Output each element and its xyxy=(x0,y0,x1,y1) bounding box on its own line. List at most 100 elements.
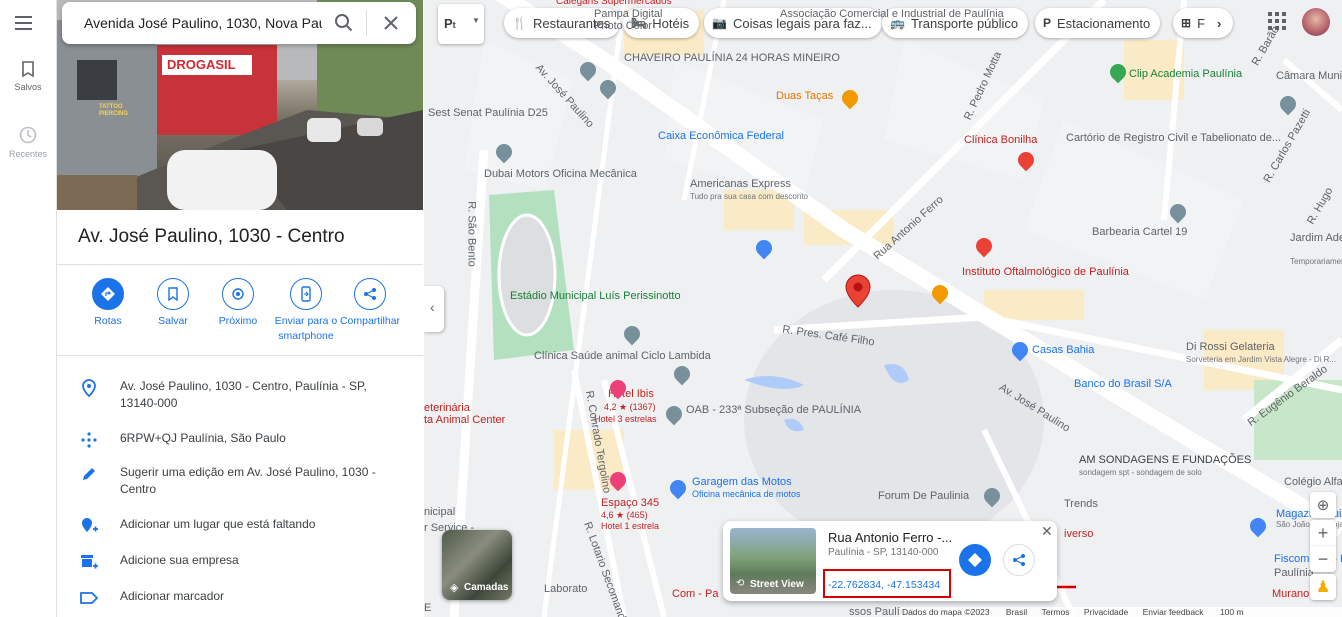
map-place-label[interactable]: AM SONDAGENS E FUNDAÇÕES xyxy=(1079,454,1251,466)
streetview-thumbnail[interactable]: ⟲ Street View xyxy=(730,528,816,594)
map-place-label[interactable]: Garagem das Motos xyxy=(692,476,792,488)
map-place-label[interactable]: 4,2 ★ (1367) xyxy=(604,402,656,413)
parking-tile-icon: Pt xyxy=(444,16,456,31)
plus-code-icon xyxy=(81,432,97,448)
map-place-label[interactable]: Clínica Bonilha xyxy=(964,134,1037,146)
close-icon[interactable] xyxy=(382,14,400,32)
nearby-label: Próximo xyxy=(218,315,258,327)
action-row: Rotas Salvar Próximo Enviar para o smart… xyxy=(57,278,423,348)
map-place-label[interactable]: Trends xyxy=(1064,498,1098,510)
map-place-label[interactable]: CHAVEIRO PAULÍNIA 24 HORAS MINEIRO xyxy=(624,52,840,64)
menu-button[interactable] xyxy=(14,14,34,32)
map-place-label[interactable]: Jardim Adelmo xyxy=(1290,232,1342,244)
map-place-label[interactable]: Sorveteria em Jardim Vista Alegre - Di R… xyxy=(1186,355,1336,364)
map-place-label[interactable]: Pampa Digital xyxy=(594,8,662,20)
map-place-label[interactable]: Cartório de Registro Civil e Tabelionato… xyxy=(1066,132,1281,144)
chip-label: Estacionamento xyxy=(1057,15,1151,31)
privacy-link[interactable]: Privacidade xyxy=(1084,607,1128,617)
map-place-label[interactable]: ta Animal Center xyxy=(424,414,505,426)
divider xyxy=(57,355,423,356)
map-place-label[interactable]: Estádio Municipal Luís Perissinotto xyxy=(510,290,681,302)
location-pin-icon xyxy=(82,379,96,398)
location-card: ⟲ Street View Rua Antonio Ferro -... Pau… xyxy=(723,521,1057,601)
map-place-label[interactable]: Murano xyxy=(1272,588,1309,600)
map-place-label[interactable]: Câmara Municipal xyxy=(1276,70,1342,82)
zoom-in-button[interactable]: + xyxy=(1310,520,1336,546)
map-place-label[interactable]: Associação Comercial e Industrial de Pau… xyxy=(780,8,1004,20)
map-place-label[interactable]: Casas Bahia xyxy=(1032,344,1094,356)
chevron-right-icon[interactable]: › xyxy=(1217,16,1221,31)
streetview-icon: ⟲ xyxy=(736,578,745,589)
map-place-label[interactable]: Colégio Alfa xyxy=(1284,476,1342,488)
map-place-label[interactable]: Di Rossi Gelateria xyxy=(1186,341,1275,353)
search-input[interactable]: Avenida José Paulino, 1030, Nova Paul xyxy=(84,15,322,31)
map-place-label[interactable]: Calegaris Supermercados xyxy=(556,0,672,7)
save-button[interactable]: Salvar xyxy=(138,278,208,329)
map-footer: Dados do mapa ©2023 Brasil Termos Privac… xyxy=(900,607,1342,617)
zoom-out-button[interactable]: − xyxy=(1310,546,1336,572)
map-place-label[interactable]: Clip Academia Paulínia xyxy=(1129,68,1242,80)
map-place-label[interactable]: OAB - 233ª Subseção de PAULÍNIA xyxy=(686,404,861,416)
map-place-label[interactable]: eterinária xyxy=(424,402,470,414)
map-place-label[interactable]: Photo Color xyxy=(594,20,652,32)
send-to-phone-button[interactable]: Enviar para o smartphone xyxy=(268,278,344,344)
map-place-label[interactable]: Oficina mecânica de motos xyxy=(692,489,801,499)
pegman-button[interactable]: ♟ xyxy=(1310,574,1336,600)
nearby-button[interactable]: Próximo xyxy=(203,278,273,329)
map-place-label[interactable]: Espaço 345 xyxy=(601,497,659,509)
feedback-link[interactable]: Enviar feedback xyxy=(1143,607,1204,617)
map-place-label[interactable]: nicipal xyxy=(424,506,455,518)
card-close-icon[interactable]: ✕ xyxy=(1041,523,1053,540)
layers-label: Camadas xyxy=(464,582,509,593)
card-share-button[interactable] xyxy=(1003,544,1035,576)
map-place-label[interactable]: Forum De Paulinia xyxy=(878,490,969,502)
plus-icon: + xyxy=(1317,522,1329,543)
map-place-label[interactable]: Clínica Saúde animal Ciclo Lambida xyxy=(534,350,711,362)
map-place-label[interactable]: Instituto Oftalmológico de Paulínia xyxy=(962,266,1129,278)
map-place-label[interactable]: Barbearia Cartel 19 xyxy=(1092,226,1187,238)
map-place-label[interactable]: Dubai Motors Oficina Mecânica xyxy=(484,168,637,180)
divider xyxy=(57,264,423,265)
map-place-label[interactable]: E xyxy=(424,602,431,614)
collapse-panel-button[interactable]: ‹ xyxy=(424,286,444,332)
search-divider xyxy=(366,10,367,36)
my-location-button[interactable]: ⊕ xyxy=(1310,492,1336,518)
country-link[interactable]: Brasil xyxy=(1006,607,1027,617)
map-place-label[interactable]: Americanas Express xyxy=(690,178,791,190)
map-place-label[interactable]: Com - Pa xyxy=(672,588,718,600)
map-place-label[interactable]: Tudo pra sua casa com desconto xyxy=(690,192,808,201)
map-place-label[interactable]: 4,6 ★ (465) xyxy=(601,510,648,521)
hamburger-icon xyxy=(15,16,32,30)
map-place-label[interactable]: Hotel 3 estrelas xyxy=(594,414,657,424)
chip-parking[interactable]: P Estacionamento xyxy=(1035,8,1161,38)
selected-location-pin[interactable] xyxy=(845,274,871,308)
layers-icon: ◈ xyxy=(450,582,459,594)
map-place-label[interactable]: sondagem spt - sondagem de solo xyxy=(1079,468,1202,477)
coordinates-link[interactable]: -22.762834, -47.153434 xyxy=(828,579,940,591)
share-icon xyxy=(364,288,376,300)
avatar[interactable] xyxy=(1302,8,1330,36)
map-place-label[interactable]: Paulínia xyxy=(1274,567,1314,579)
plus-code-toggle[interactable]: Pt ▼ xyxy=(438,4,484,44)
recent-nav[interactable]: Recentes xyxy=(0,125,56,159)
chip-pharmacy[interactable]: ⊞ F › xyxy=(1173,8,1233,38)
nearby-icon xyxy=(232,288,244,300)
map-place-label[interactable]: iverso xyxy=(1064,528,1093,540)
map-place-label[interactable]: Caixa Econômica Federal xyxy=(658,130,784,142)
share-button[interactable]: Compartilhar xyxy=(335,278,405,329)
recent-label: Recentes xyxy=(8,149,48,159)
search-icon[interactable] xyxy=(334,13,354,33)
layers-button[interactable]: ◈ Camadas xyxy=(442,530,512,600)
map-place-label[interactable]: Temporariamente xyxy=(1290,257,1342,266)
map-place-label[interactable]: Banco do Brasil S/A xyxy=(1074,378,1172,390)
add-place-icon xyxy=(82,518,98,532)
directions-button[interactable]: Rotas xyxy=(73,278,143,329)
map-place-label[interactable]: Duas Taças xyxy=(776,90,833,102)
terms-link[interactable]: Termos xyxy=(1042,607,1070,617)
map-place-label[interactable]: Laborato xyxy=(544,583,587,595)
saved-nav[interactable]: Salvos xyxy=(0,60,56,92)
map-place-label[interactable]: Hotel 1 estrela xyxy=(601,521,659,531)
label-icon xyxy=(80,592,99,604)
map-place-label[interactable]: Sest Senat Paulínia D25 xyxy=(428,107,548,119)
card-directions-button[interactable] xyxy=(959,544,991,576)
